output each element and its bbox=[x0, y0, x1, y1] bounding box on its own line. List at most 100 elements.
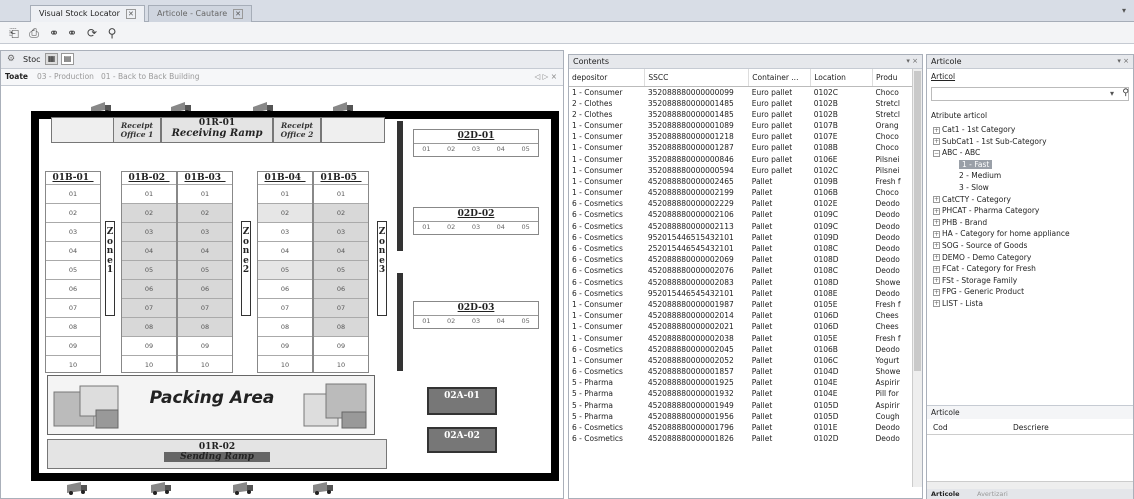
table-row[interactable]: 2 - Clothes 352088880000001485 Euro pallet… bbox=[569, 109, 913, 120]
rack-cell[interactable]: 06 bbox=[314, 279, 368, 298]
rack-cell[interactable]: 04 bbox=[314, 241, 368, 260]
rack-cell[interactable]: 08 bbox=[258, 317, 312, 336]
articol-input[interactable]: ▾ ⚲ bbox=[931, 87, 1129, 101]
rack-cell[interactable]: 02 bbox=[314, 203, 368, 222]
rack-4[interactable]: 01B-04_ 01 02 03 04 05 06 07 08 09 10 bbox=[257, 171, 313, 373]
table-row[interactable]: 6 - Cosmetics 952015446515432101 Pallet 010… bbox=[569, 232, 913, 243]
table-row[interactable]: 1 - Consumer 452088880000002199 Pallet 0106… bbox=[569, 187, 913, 198]
dock-cell[interactable]: 03 bbox=[472, 145, 480, 153]
table-row[interactable]: 2 - Clothes 352088880000001485 Euro pallet… bbox=[569, 98, 913, 109]
rack-cell[interactable]: 03 bbox=[122, 222, 176, 241]
rack-cell[interactable]: 09 bbox=[46, 336, 100, 355]
tree-item[interactable]: 1 - Fast bbox=[933, 159, 1133, 171]
open-icon[interactable]: ⎗ bbox=[6, 25, 22, 41]
dock-02d-03[interactable]: 02D-03 01 02 03 04 05 bbox=[413, 301, 539, 329]
tree-item[interactable]: + SubCat1 - 1st Sub-Category bbox=[933, 136, 1133, 148]
tree-item[interactable]: + PHCAT - Pharma Category bbox=[933, 205, 1133, 217]
table-row[interactable]: 6 - Cosmetics 452088880000001857 Pallet 010… bbox=[569, 366, 913, 377]
table-row[interactable]: 6 - Cosmetics 252015446545432101 Pallet 010… bbox=[569, 243, 913, 254]
print-icon[interactable]: ⎙ bbox=[26, 25, 42, 41]
rack-cell[interactable]: 03 bbox=[46, 222, 100, 241]
tree-item[interactable]: + FPG - Generic Product bbox=[933, 286, 1133, 298]
table-row[interactable]: 1 - Consumer 452088880000002021 Pallet 0106… bbox=[569, 321, 913, 332]
receipt-office-2[interactable]: Receipt Office 2 bbox=[273, 117, 321, 143]
table-row[interactable]: 1 - Consumer 352088880000001287 Euro palle… bbox=[569, 142, 913, 153]
tree-item[interactable]: 3 - Slow bbox=[933, 182, 1133, 194]
dock-cell[interactable]: 02 bbox=[447, 317, 455, 325]
tab-nav-controls[interactable]: ◁ ▷ × bbox=[534, 72, 557, 81]
search-icon[interactable]: ⚲ bbox=[104, 25, 120, 41]
rack-cell[interactable]: 07 bbox=[46, 298, 100, 317]
table-row[interactable]: 5 - Pharma 452088880000001932 Pallet 0104E P… bbox=[569, 388, 913, 399]
rack-cell[interactable]: 08 bbox=[46, 317, 100, 336]
area-02a-01[interactable]: 02A-01 bbox=[427, 387, 497, 415]
rack-cell[interactable]: 07 bbox=[122, 298, 176, 317]
column-header-sscc[interactable]: SSCC bbox=[644, 69, 750, 87]
tree-item[interactable]: + HA - Category for home appliance bbox=[933, 228, 1133, 240]
table-row[interactable]: 1 - Consumer 352088880000001218 Euro palle… bbox=[569, 131, 913, 142]
column-header-descriere[interactable]: Descriere bbox=[1013, 423, 1049, 432]
table-row[interactable]: 1 - Consumer 452088880000002014 Pallet 0106… bbox=[569, 310, 913, 321]
rack-cell[interactable]: 01 bbox=[314, 184, 368, 203]
rack-cell[interactable]: 03 bbox=[178, 222, 232, 241]
expand-icon[interactable]: + bbox=[933, 196, 940, 204]
rack-cell[interactable]: 02 bbox=[122, 203, 176, 222]
expand-icon[interactable]: + bbox=[933, 126, 940, 134]
rack-cell[interactable]: 09 bbox=[314, 336, 368, 355]
rack-cell[interactable]: 02 bbox=[258, 203, 312, 222]
dock-cell[interactable]: 05 bbox=[521, 223, 529, 231]
rack-cell[interactable]: 06 bbox=[258, 279, 312, 298]
tab-production[interactable]: 03 - Production bbox=[37, 72, 94, 81]
dock-cell[interactable]: 03 bbox=[472, 317, 480, 325]
collapse-icon[interactable]: − bbox=[933, 149, 940, 157]
rack-cell[interactable]: 09 bbox=[122, 336, 176, 355]
table-row[interactable]: 1 - Consumer 452088880000002465 Pallet 0109… bbox=[569, 176, 913, 187]
rack-cell[interactable]: 05 bbox=[178, 260, 232, 279]
rack-1[interactable]: 01B-01_ 01 02 03 04 05 06 07 08 09 10 bbox=[45, 171, 101, 373]
refresh-icon[interactable]: ⟳ bbox=[84, 25, 100, 41]
expand-icon[interactable]: + bbox=[933, 207, 940, 215]
rack-cell[interactable]: 08 bbox=[122, 317, 176, 336]
grid-view-icon[interactable]: ▦ bbox=[45, 53, 58, 65]
table-row[interactable]: 6 - Cosmetics 452088880000002069 Pallet 010… bbox=[569, 254, 913, 265]
expand-icon[interactable]: + bbox=[933, 138, 940, 146]
rack-cell[interactable]: 05 bbox=[314, 260, 368, 279]
rack-cell[interactable]: 10 bbox=[178, 355, 232, 374]
rack-cell[interactable]: 07 bbox=[258, 298, 312, 317]
rack-cell[interactable]: 01 bbox=[178, 184, 232, 203]
close-icon[interactable]: ✕ bbox=[233, 9, 244, 19]
expand-icon[interactable]: + bbox=[933, 219, 940, 227]
tree-item[interactable]: 2 - Medium bbox=[933, 170, 1133, 182]
dock-cell[interactable]: 04 bbox=[497, 145, 505, 153]
tree-item[interactable]: + DEMO - Demo Category bbox=[933, 252, 1133, 264]
tree-item[interactable]: + LIST - Lista bbox=[933, 298, 1133, 310]
search-icon[interactable]: ⚲ bbox=[1122, 88, 1129, 98]
column-header-location[interactable]: Location bbox=[810, 69, 874, 87]
rack-cell[interactable]: 07 bbox=[314, 298, 368, 317]
link2-icon[interactable]: ⚭ bbox=[64, 25, 80, 41]
expand-icon[interactable]: + bbox=[933, 230, 940, 238]
rack-cell[interactable]: 07 bbox=[178, 298, 232, 317]
dock-02d-02[interactable]: 02D-02 01 02 03 04 05 bbox=[413, 207, 539, 235]
dock-cell[interactable]: 02 bbox=[447, 145, 455, 153]
chevron-down-icon[interactable]: ▾ bbox=[1110, 89, 1114, 98]
table-row[interactable]: 5 - Pharma 452088880000001925 Pallet 0104E A… bbox=[569, 377, 913, 388]
rack-cell[interactable]: 04 bbox=[122, 241, 176, 260]
tab-list-dropdown-icon[interactable]: ▾ bbox=[1122, 6, 1126, 15]
rack-cell[interactable]: 06 bbox=[178, 279, 232, 298]
column-header-depositor[interactable]: depositor bbox=[569, 69, 646, 87]
rack-cell[interactable]: 04 bbox=[258, 241, 312, 260]
table-row[interactable]: 1 - Consumer 452088880000001987 Pallet 0105… bbox=[569, 299, 913, 310]
rack-cell[interactable]: 01 bbox=[122, 184, 176, 203]
table-row[interactable]: 6 - Cosmetics 452088880000002076 Pallet 010… bbox=[569, 265, 913, 276]
scrollbar-thumb[interactable] bbox=[914, 71, 921, 371]
dock-cell[interactable]: 04 bbox=[497, 317, 505, 325]
packing-area[interactable]: Packing Area bbox=[47, 375, 375, 435]
rack-3[interactable]: 01B-03_ 01 02 03 04 05 06 07 08 09 10 bbox=[177, 171, 233, 373]
list-view-icon[interactable]: ▤ bbox=[61, 53, 74, 65]
pane-controls[interactable]: ▾ × bbox=[1117, 57, 1129, 65]
tab-back-to-back[interactable]: 01 - Back to Back Building bbox=[101, 72, 200, 81]
tab-articole[interactable]: Articole bbox=[931, 490, 960, 498]
table-row[interactable]: 6 - Cosmetics 452088880000002083 Pallet 010… bbox=[569, 277, 913, 288]
column-header-cod[interactable]: Cod bbox=[933, 423, 948, 432]
